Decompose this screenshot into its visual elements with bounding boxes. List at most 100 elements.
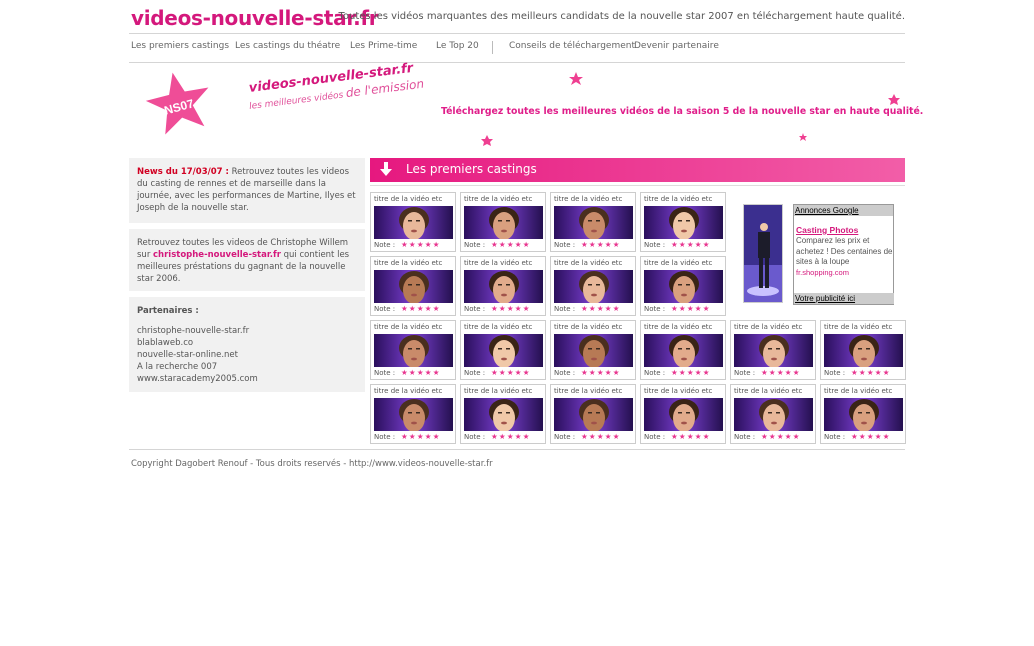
video-thumbnail[interactable] [374,206,453,239]
star-rating-icon[interactable]: ★★★★★ [581,240,621,249]
video-card[interactable]: titre de la vidéo etc Note : ★★★★★ [640,256,726,316]
video-card[interactable]: titre de la vidéo etc Note : ★★★★★ [550,256,636,316]
star-rating-icon[interactable]: ★★★★★ [671,304,711,313]
star-rating-icon[interactable]: ★★★★★ [401,432,441,441]
star-rating-icon[interactable]: ★★★★★ [581,368,621,377]
video-card[interactable]: titre de la vidéo etc Note : ★★★★★ [370,256,456,316]
video-card[interactable]: titre de la vidéo etc Note : ★★★★★ [730,320,816,380]
video-card-title: titre de la vidéo etc [824,387,893,395]
video-card[interactable]: titre de la vidéo etc Note : ★★★★★ [640,384,726,444]
video-card[interactable]: titre de la vidéo etc Note : ★★★★★ [640,192,726,252]
video-thumbnail[interactable] [824,334,903,367]
video-card[interactable]: titre de la vidéo etc Note : ★★★★★ [820,320,906,380]
video-note-label: Note : [734,369,756,377]
video-thumbnail[interactable] [464,398,543,431]
video-thumbnail[interactable] [644,206,723,239]
ad-title[interactable]: Casting Photos [796,225,893,235]
star-rating-icon[interactable]: ★★★★★ [851,432,891,441]
video-card[interactable]: titre de la vidéo etc Note : ★★★★★ [370,192,456,252]
video-note-label: Note : [464,369,486,377]
star-rating-icon[interactable]: ★★★★★ [761,432,801,441]
video-card[interactable]: titre de la vidéo etc Note : ★★★★★ [550,320,636,380]
star-rating-icon[interactable]: ★★★★★ [851,368,891,377]
ad-footer[interactable]: Votre publicité ici [794,293,894,304]
star-rating-icon[interactable]: ★★★★★ [491,304,531,313]
video-card-title: titre de la vidéo etc [644,387,713,395]
video-thumbnail[interactable] [374,398,453,431]
ad-performer-image [744,205,782,302]
star-rating-icon[interactable]: ★★★★★ [581,432,621,441]
nav-item-conseils[interactable]: Conseils de téléchargement [509,41,635,51]
video-thumbnail[interactable] [734,398,813,431]
star-rating-icon[interactable]: ★★★★★ [671,240,711,249]
section-title: Les premiers castings [406,162,537,176]
nav-item-premiers-castings[interactable]: Les premiers castings [131,41,229,51]
video-card-title: titre de la vidéo etc [554,259,623,267]
divider [129,33,905,34]
promo-link[interactable]: christophe-nouvelle-star.fr [153,250,281,260]
star-rating-icon[interactable]: ★★★★★ [761,368,801,377]
video-card[interactable]: titre de la vidéo etc Note : ★★★★★ [460,192,546,252]
video-note-label: Note : [824,433,846,441]
video-card[interactable]: titre de la vidéo etc Note : ★★★★★ [460,256,546,316]
video-note-label: Note : [644,241,666,249]
video-card[interactable]: titre de la vidéo etc Note : ★★★★★ [820,384,906,444]
star-rating-icon[interactable]: ★★★★★ [401,368,441,377]
video-card[interactable]: titre de la vidéo etc Note : ★★★★★ [370,384,456,444]
ad-url[interactable]: fr.shopping.com [796,268,893,277]
video-note-label: Note : [554,305,576,313]
video-card[interactable]: titre de la vidéo etc Note : ★★★★★ [550,192,636,252]
video-card[interactable]: titre de la vidéo etc Note : ★★★★★ [550,384,636,444]
video-thumbnail[interactable] [644,270,723,303]
video-card[interactable]: titre de la vidéo etc Note : ★★★★★ [460,320,546,380]
star-rating-icon[interactable]: ★★★★★ [671,432,711,441]
video-thumbnail[interactable] [554,270,633,303]
footer-copyright: Copyright Dagobert Renouf - Tous droits … [131,459,493,469]
partner-link[interactable]: christophe-nouvelle-star.fr [137,325,357,337]
video-thumbnail[interactable] [374,334,453,367]
divider [370,185,905,186]
partner-link[interactable]: www.staracademy2005.com [137,373,357,385]
video-thumbnail[interactable] [644,334,723,367]
nav-item-partenaire[interactable]: Devenir partenaire [634,41,719,51]
partner-link[interactable]: A la recherche 007 [137,361,357,373]
star-rating-icon[interactable]: ★★★★★ [401,304,441,313]
video-thumbnail[interactable] [824,398,903,431]
star-rating-icon[interactable]: ★★★★★ [491,240,531,249]
video-card[interactable]: titre de la vidéo etc Note : ★★★★★ [730,384,816,444]
video-thumbnail[interactable] [464,334,543,367]
video-thumbnail[interactable] [554,334,633,367]
partner-link[interactable]: nouvelle-star-online.net [137,349,357,361]
ad-image[interactable] [743,204,783,303]
video-thumbnail[interactable] [464,206,543,239]
news-date: News du 17/03/07 : [137,167,229,177]
video-card[interactable]: titre de la vidéo etc Note : ★★★★★ [640,320,726,380]
star-rating-icon[interactable]: ★★★★★ [491,368,531,377]
star-rating-icon[interactable]: ★★★★★ [491,432,531,441]
video-note-label: Note : [554,433,576,441]
star-rating-icon[interactable]: ★★★★★ [671,368,711,377]
video-thumbnail[interactable] [644,398,723,431]
video-note-label: Note : [644,305,666,313]
star-rating-icon[interactable]: ★★★★★ [581,304,621,313]
nav-item-top-20[interactable]: Le Top 20 [436,41,479,51]
video-card-title: titre de la vidéo etc [464,259,533,267]
video-card[interactable]: titre de la vidéo etc Note : ★★★★★ [370,320,456,380]
star-rating-icon[interactable]: ★★★★★ [401,240,441,249]
partner-link[interactable]: blablaweb.co [137,337,357,349]
arrow-down-icon [380,162,392,176]
video-thumbnail[interactable] [374,270,453,303]
video-thumbnail[interactable] [554,398,633,431]
partners-box: Partenaires : christophe-nouvelle-star.f… [129,297,365,392]
nav-item-castings-theatre[interactable]: Les castings du théatre [235,41,340,51]
video-thumbnail[interactable] [464,270,543,303]
video-card[interactable]: titre de la vidéo etc Note : ★★★★★ [460,384,546,444]
promo-box: Retrouvez toutes les videos de Christoph… [129,229,365,291]
ad-header[interactable]: Annonces Google [794,205,893,216]
video-card-title: titre de la vidéo etc [644,195,713,203]
video-note-label: Note : [374,369,396,377]
site-tagline: Toutes les vidéos marquantes des meilleu… [338,11,905,22]
video-thumbnail[interactable] [554,206,633,239]
nav-item-prime-time[interactable]: Les Prime-time [350,41,417,51]
video-thumbnail[interactable] [734,334,813,367]
